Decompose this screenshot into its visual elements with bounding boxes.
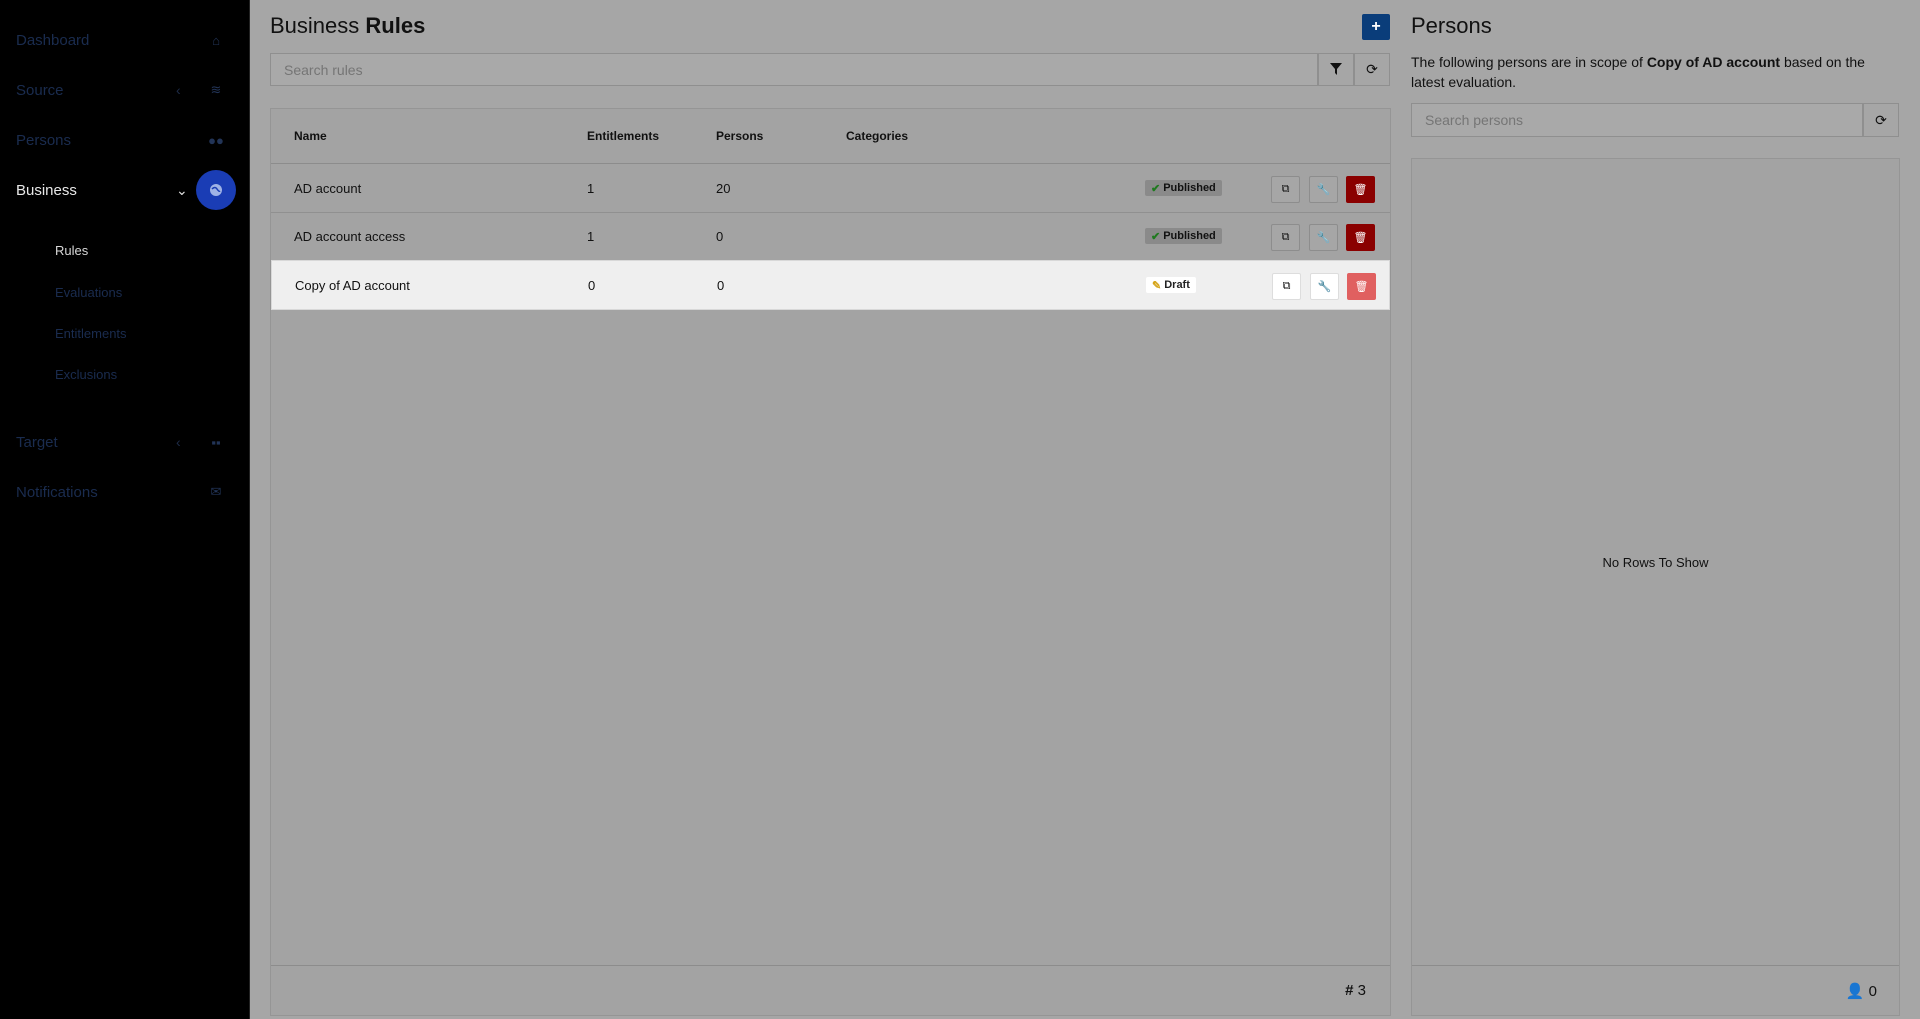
chevron-left-icon: ‹: [176, 434, 181, 450]
copy-button[interactable]: ⧉: [1271, 176, 1300, 203]
rules-table: Name Entitlements Persons Categories AD …: [270, 108, 1391, 1016]
grid-icon: ▪▪: [211, 434, 221, 450]
table-header: Name Entitlements Persons Categories: [271, 109, 1390, 164]
edit-button[interactable]: 🔧: [1309, 224, 1338, 251]
chevron-down-icon: ⌄: [176, 181, 188, 198]
status-badge: ✎ Draft: [1146, 277, 1196, 293]
status-badge: ✔ Published: [1145, 228, 1222, 244]
add-rule-button[interactable]: +: [1362, 14, 1390, 40]
pencil-icon: ✎: [1152, 279, 1162, 292]
nav-item-persons[interactable]: Persons ●●: [0, 120, 250, 160]
cell-name: AD account: [294, 181, 362, 196]
trash-icon: 🗑: [1353, 184, 1368, 196]
title-light: Business: [270, 13, 360, 38]
persons-footer: 👤 0: [1412, 965, 1899, 1015]
refresh-persons-button[interactable]: ⟳: [1863, 103, 1899, 137]
chevron-left-icon: ‹: [176, 82, 181, 98]
nav-item-business[interactable]: Business ⌄: [0, 170, 250, 210]
cell-persons: 20: [716, 181, 731, 196]
rule-count: # 3: [1345, 982, 1366, 999]
copy-button[interactable]: ⧉: [1272, 273, 1301, 300]
copy-icon: ⧉: [1281, 183, 1290, 195]
copy-icon: ⧉: [1282, 280, 1291, 292]
wrench-icon: 🔧: [1316, 184, 1331, 196]
table-row-selected[interactable]: Copy of AD account 0 0 ✎ Draft ⧉ 🔧 🗑: [271, 260, 1390, 310]
sub-item-evaluations[interactable]: Evaluations: [55, 285, 122, 300]
desc-pre: The following persons are in scope of: [1411, 54, 1647, 70]
sidebar: Dashboard ⌂ Source ‹ ≋ Persons ●● Busine…: [0, 0, 250, 1019]
filter-icon: [1330, 62, 1342, 78]
persons-description: The following persons are in scope of Co…: [1411, 52, 1881, 92]
copy-icon: ⧉: [1281, 231, 1290, 243]
delete-button[interactable]: 🗑: [1346, 224, 1375, 251]
nav-item-source[interactable]: Source ‹ ≋: [0, 70, 250, 110]
persons-grid: No Rows To Show 👤 0: [1411, 158, 1900, 1016]
refresh-rules-button[interactable]: ⟳: [1354, 53, 1390, 86]
delete-button[interactable]: 🗑: [1347, 273, 1376, 300]
home-icon: ⌂: [212, 32, 220, 48]
person-count: 👤 0: [1846, 982, 1877, 1000]
delete-button[interactable]: 🗑: [1346, 176, 1375, 203]
cell-entitlements: 1: [587, 181, 595, 196]
cell-entitlements: 1: [587, 229, 595, 244]
column-header-categories[interactable]: Categories: [846, 129, 908, 143]
edit-button[interactable]: 🔧: [1310, 273, 1339, 300]
envelope-icon: ✉: [210, 484, 222, 499]
wrench-icon: 🔧: [1317, 281, 1332, 293]
rule-count-value: 3: [1357, 982, 1366, 999]
edit-button[interactable]: 🔧: [1309, 176, 1338, 203]
cell-persons: 0: [716, 229, 724, 244]
cell-name: Copy of AD account: [295, 278, 410, 293]
person-count-value: 0: [1868, 983, 1877, 1000]
status-label: Published: [1163, 182, 1216, 194]
user-icon: 👤: [1845, 983, 1865, 1000]
column-header-persons[interactable]: Persons: [716, 129, 763, 143]
table-row[interactable]: AD account 1 20 ✔ Published ⧉ 🔧 🗑: [271, 165, 1390, 213]
desc-rule-name: Copy of AD account: [1646, 54, 1781, 70]
copy-button[interactable]: ⧉: [1271, 224, 1300, 251]
cell-entitlements: 0: [588, 278, 596, 293]
sub-item-exclusions[interactable]: Exclusions: [55, 367, 117, 382]
column-header-name[interactable]: Name: [294, 129, 327, 143]
trash-icon: 🗑: [1354, 281, 1369, 293]
search-rules-input[interactable]: [270, 53, 1318, 86]
refresh-icon: ⟳: [1875, 111, 1887, 128]
page-title: Business Rules: [270, 13, 425, 39]
search-persons-input[interactable]: [1411, 103, 1863, 137]
cell-name: AD account access: [294, 229, 406, 244]
cell-persons: 0: [717, 278, 725, 293]
title-bold: Rules: [365, 13, 426, 38]
check-icon: ✔: [1151, 182, 1161, 195]
refresh-icon: ⟳: [1366, 61, 1378, 77]
table-row[interactable]: AD account access 1 0 ✔ Published ⧉ 🔧 🗑: [271, 213, 1390, 261]
persons-title: Persons: [1411, 13, 1492, 38]
globe-icon: [196, 170, 236, 210]
nav-item-dashboard[interactable]: Dashboard ⌂: [0, 20, 250, 60]
users-icon: ●●: [208, 132, 224, 148]
filter-button[interactable]: [1318, 53, 1354, 86]
nav-item-target[interactable]: Target ‹ ▪▪: [0, 422, 250, 462]
hash-icon: #: [1345, 982, 1354, 999]
trash-icon: 🗑: [1353, 232, 1368, 244]
status-label: Published: [1163, 230, 1216, 242]
table-footer: # 3: [271, 965, 1390, 1015]
nav-item-notifications[interactable]: Notifications ✉: [0, 472, 250, 512]
check-icon: ✔: [1151, 230, 1161, 243]
status-badge: ✔ Published: [1145, 180, 1222, 196]
wrench-icon: 🔧: [1316, 232, 1331, 244]
empty-state: No Rows To Show: [1602, 555, 1709, 570]
status-label: Draft: [1164, 279, 1190, 291]
sub-item-entitlements[interactable]: Entitlements: [55, 326, 127, 341]
layers-icon: ≋: [210, 82, 222, 97]
column-header-entitlements[interactable]: Entitlements: [587, 129, 659, 143]
sub-item-rules[interactable]: Rules: [55, 243, 88, 258]
